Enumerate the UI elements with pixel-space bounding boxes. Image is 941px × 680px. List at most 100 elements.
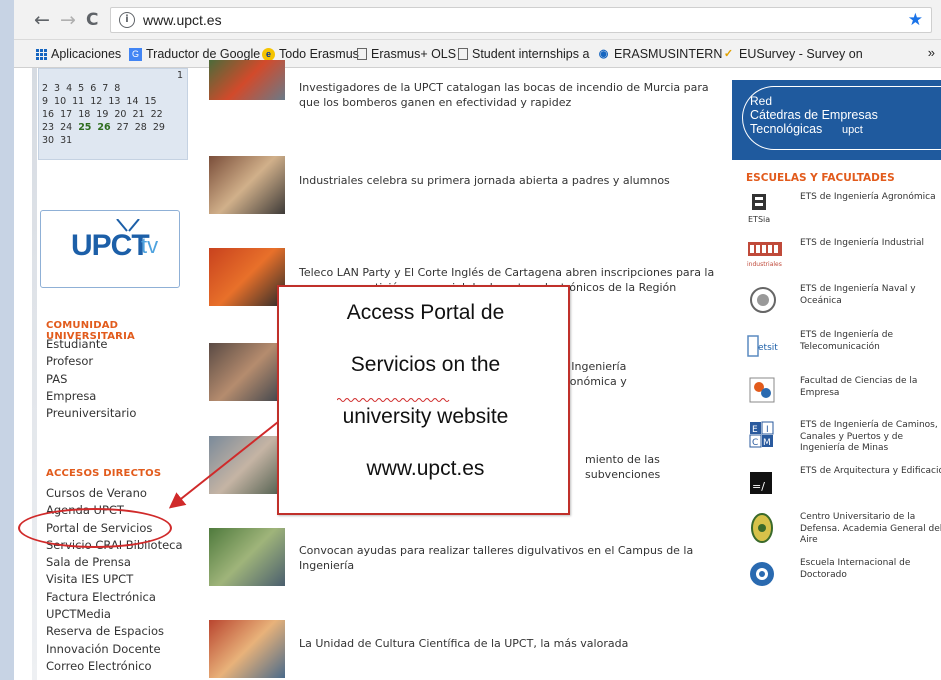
school-name[interactable]: Facultad de Ciencias de la Empresa	[800, 376, 941, 399]
bookmark-todo-erasmus[interactable]: e Todo Erasmus	[262, 47, 359, 61]
calendar-day[interactable]: 7	[102, 82, 108, 95]
bookmark-label: Todo Erasmus	[279, 47, 359, 61]
link-cursos-verano[interactable]: Cursos de Verano	[46, 485, 183, 502]
calendar-day[interactable]: 3	[54, 82, 60, 95]
calendar-day[interactable]: 8	[114, 82, 120, 95]
news-thumbnail[interactable]	[209, 343, 285, 401]
school-name[interactable]: ETS de Ingeniería Naval y Oceánica	[800, 284, 941, 307]
more-bookmarks-icon[interactable]: »	[928, 45, 935, 60]
industriales-logo-icon: industriales	[746, 238, 784, 270]
news-thumbnail[interactable]	[209, 528, 285, 586]
news-headline[interactable]: Industriales celebra su primera jornada …	[299, 173, 719, 188]
calendar-day[interactable]: 24	[60, 121, 72, 134]
url-text: www.upct.es	[143, 12, 222, 28]
forward-arrow-icon[interactable]: →	[60, 9, 76, 31]
calendar-day[interactable]: 29	[153, 121, 165, 134]
link-sala-prensa[interactable]: Sala de Prensa	[46, 554, 183, 571]
link-factura[interactable]: Factura Electrónica	[46, 589, 183, 606]
etsit-logo-icon: etsit	[746, 330, 784, 362]
calendar-row: 30 31	[42, 134, 187, 147]
link-pas[interactable]: PAS	[46, 371, 136, 388]
news-thumbnail[interactable]	[209, 248, 285, 306]
comunidad-links: Estudiante Profesor PAS Empresa Preunive…	[46, 336, 136, 422]
calendar-day[interactable]: 2	[42, 82, 48, 95]
escuelas-title: ESCUELAS Y FACULTADES	[746, 172, 895, 184]
calendar-day[interactable]: 12	[90, 95, 102, 108]
reload-icon[interactable]: C	[86, 10, 98, 30]
bookmark-eusurvey[interactable]: ✓ EUSurvey - Survey on	[722, 47, 863, 61]
bookmark-student-internships[interactable]: Student internships a	[458, 47, 589, 61]
school-name[interactable]: ETS de Ingeniería de Caminos, Canales y …	[800, 420, 941, 455]
back-arrow-icon[interactable]: ←	[34, 9, 50, 31]
calendar-day-highlighted[interactable]: 25	[78, 121, 91, 134]
bookmark-label: EUSurvey - Survey on	[739, 47, 863, 61]
page-icon	[357, 48, 367, 60]
calendar-day[interactable]: 11	[72, 95, 84, 108]
caminos-minas-logo-icon: EICM	[746, 420, 784, 452]
news-thumbnail[interactable]	[209, 156, 285, 214]
school-name[interactable]: Escuela Internacional de Doctorado	[800, 558, 941, 581]
bookmark-traductor[interactable]: G Traductor de Google	[129, 47, 260, 61]
calendar-day[interactable]: 9	[42, 95, 48, 108]
bookmark-label: Student internships a	[472, 47, 590, 61]
calendar-day[interactable]: 1	[177, 69, 183, 82]
news-headline[interactable]: miento de las subvenciones	[585, 452, 735, 482]
calendar-day[interactable]: 5	[78, 82, 84, 95]
catedras-banner[interactable]: Red Cátedras de Empresas Tecnológicas up…	[732, 68, 941, 160]
calendar-day[interactable]: 13	[108, 95, 120, 108]
calendar-day[interactable]: 20	[114, 108, 126, 121]
calendar-day[interactable]: 19	[96, 108, 108, 121]
link-profesor[interactable]: Profesor	[46, 353, 136, 370]
calendar-day[interactable]: 28	[135, 121, 147, 134]
school-name[interactable]: ETS de Arquitectura y Edificación	[800, 466, 941, 478]
info-icon[interactable]: i	[119, 12, 135, 28]
bookmark-label: Aplicaciones	[51, 47, 122, 61]
link-empresa[interactable]: Empresa	[46, 388, 136, 405]
link-preuniversitario[interactable]: Preuniversitario	[46, 405, 136, 422]
calendar-day[interactable]: 21	[132, 108, 144, 121]
link-correo[interactable]: Correo Electrónico	[46, 658, 183, 675]
upcttv-banner[interactable]: UPCT tv	[40, 210, 180, 288]
calendar-day[interactable]: 17	[60, 108, 72, 121]
school-name[interactable]: ETS de Ingeniería de Telecomunicación	[800, 330, 941, 353]
svg-text:M: M	[763, 438, 771, 448]
calendar-day[interactable]: 14	[126, 95, 138, 108]
calendar-day[interactable]: 31	[60, 134, 72, 147]
school-name[interactable]: ETS de Ingeniería Industrial	[800, 238, 941, 250]
bookmarks-bar: Aplicaciones G Traductor de Google e Tod…	[14, 40, 941, 68]
link-reserva-espacios[interactable]: Reserva de Espacios	[46, 623, 183, 640]
link-innovacion[interactable]: Innovación Docente	[46, 641, 183, 658]
calendar-day[interactable]: 30	[42, 134, 54, 147]
news-headline[interactable]: La Unidad de Cultura Científica de la UP…	[299, 636, 719, 651]
svg-text:I: I	[766, 425, 769, 435]
news-thumbnail[interactable]	[209, 60, 285, 100]
spellcheck-underline	[337, 398, 450, 402]
calendar-day[interactable]: 15	[145, 95, 157, 108]
calendar-day[interactable]: 6	[90, 82, 96, 95]
news-headline[interactable]: Investigadores de la UPCT catalogan las …	[299, 80, 719, 110]
link-visita-ies[interactable]: Visita IES UPCT	[46, 571, 183, 588]
calendar-day[interactable]: 18	[78, 108, 90, 121]
svg-text:ETSia: ETSia	[748, 215, 770, 224]
bookmark-erasmusintern[interactable]: ◉ ERASMUSINTERN	[597, 47, 723, 61]
left-column: 1 2 3 4 5 6 7 8 9 10 11 12 13 14 15 16 1…	[14, 68, 189, 680]
school-name[interactable]: ETS de Ingeniería Agronómica	[800, 192, 941, 204]
calendar-day[interactable]: 27	[117, 121, 129, 134]
bookmark-aplicaciones[interactable]: Aplicaciones	[36, 47, 121, 61]
link-upctmedia[interactable]: UPCTMedia	[46, 606, 183, 623]
calendar-day[interactable]: 16	[42, 108, 54, 121]
url-input[interactable]: i www.upct.es ★	[110, 7, 932, 33]
bookmark-erasmus-ols[interactable]: Erasmus+ OLS	[357, 47, 456, 61]
school-name[interactable]: Centro Universitario de la Defensa. Acad…	[800, 512, 941, 547]
news-thumbnail[interactable]	[209, 436, 285, 494]
apps-grid-icon	[36, 48, 47, 60]
news-headline[interactable]: Convocan ayudas para realizar talleres d…	[299, 543, 719, 573]
link-estudiante[interactable]: Estudiante	[46, 336, 136, 353]
calendar-day[interactable]: 4	[66, 82, 72, 95]
calendar-day-highlighted[interactable]: 26	[97, 121, 110, 134]
calendar-day[interactable]: 23	[42, 121, 54, 134]
news-thumbnail[interactable]	[209, 620, 285, 678]
bookmark-star-icon[interactable]: ★	[908, 10, 923, 30]
calendar-day[interactable]: 10	[54, 95, 66, 108]
calendar-day[interactable]: 22	[151, 108, 163, 121]
